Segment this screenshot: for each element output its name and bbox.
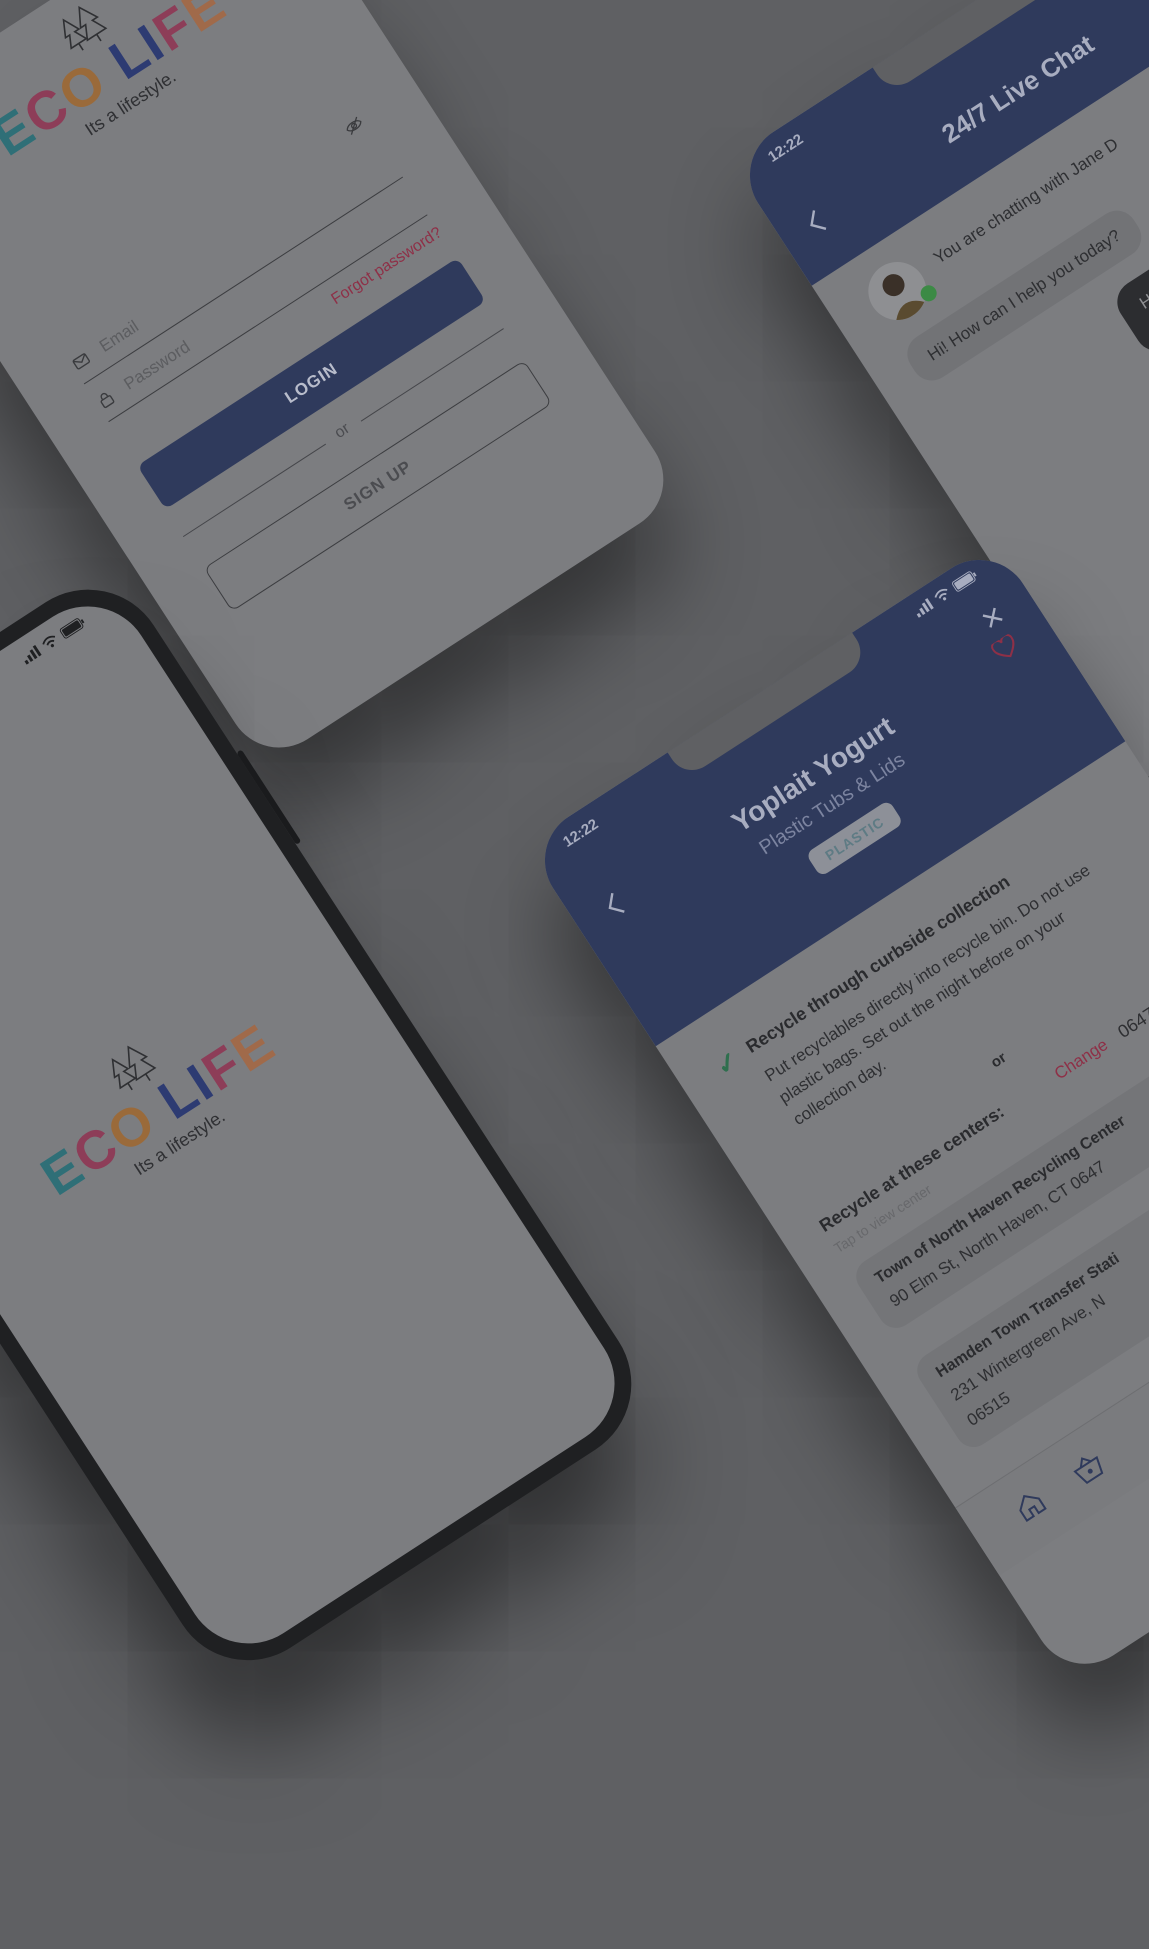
signal-icon [24,644,42,665]
hide-password-icon[interactable] [343,115,366,137]
wifi-icon [42,635,56,648]
close-icon[interactable] [979,604,1007,632]
splash-brand: ECO LIFE Its a lifestyle. [0,917,390,1284]
incoming-message: Hi! How can I help you today? [899,203,1149,389]
check-icon: ✓ [709,1044,745,1082]
wifi-icon [934,588,948,601]
recycle-bin-icon[interactable] [1068,1448,1108,1488]
email-placeholder: Email [95,316,143,356]
status-icons [20,615,87,665]
splash-phone: ECO LIFE Its a lifestyle. [0,559,662,1691]
battery-icon [59,618,85,639]
zip-code: 06473 [1114,997,1149,1042]
status-time: 12:22 [560,815,602,851]
home-icon[interactable] [1011,1486,1050,1525]
product-detail-screen: 12:22 Yoplait Yogurt Plastic Tubs & Lids… [525,540,1149,1684]
mockup-stage: 22 ECO LIFE Its a lifestyle. Email Passw… [0,0,1149,1949]
signal-icon [916,597,934,618]
lock-icon [100,392,115,409]
phone-notch [0,657,8,799]
status-icons [912,569,979,618]
splash-screen: ECO LIFE Its a lifestyle. [0,581,640,1668]
mail-icon [72,353,91,370]
battery-icon [952,571,977,592]
change-zip-link[interactable]: Change [1051,1035,1112,1084]
status-time: 12:22 [765,130,807,166]
app-logo-wordmark: ECO LIFE [0,0,237,168]
